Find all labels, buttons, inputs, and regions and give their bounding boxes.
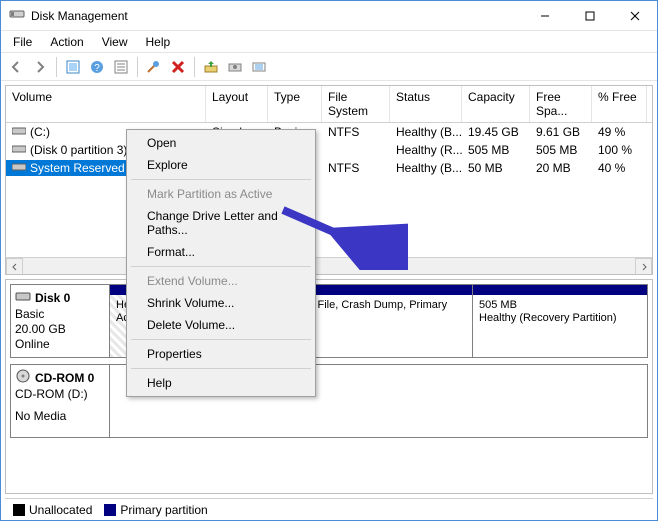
menu-help[interactable]: Help	[138, 33, 179, 51]
volume-row[interactable]: (Disk 0 partition 3) Simple Basic Health…	[6, 141, 652, 159]
properties-icon[interactable]	[110, 56, 132, 78]
action1-icon[interactable]	[200, 56, 222, 78]
graphical-view: Disk 0 Basic 20.00 GB Online Healthy (Sy…	[5, 279, 653, 494]
cm-extend-volume: Extend Volume...	[129, 270, 313, 292]
volume-list[interactable]: Volume Layout Type File System Status Ca…	[5, 85, 653, 275]
help-icon[interactable]: ?	[86, 56, 108, 78]
col-capacity[interactable]: Capacity	[462, 86, 530, 122]
volume-row-selected[interactable]: System Reserved (E:) Simple Basic NTFS H…	[6, 159, 652, 177]
scroll-right-icon[interactable]	[635, 258, 652, 275]
delete-icon[interactable]	[167, 56, 189, 78]
settings-icon[interactable]	[143, 56, 165, 78]
disk-management-window: Disk Management File Action View Help ? …	[0, 0, 658, 521]
legend: Unallocated Primary partition	[5, 498, 653, 520]
disk-icon	[15, 289, 31, 306]
partition-recovery[interactable]: 505 MBHealthy (Recovery Partition)	[473, 284, 648, 358]
disk0-row: Disk 0 Basic 20.00 GB Online Healthy (Sy…	[10, 284, 648, 358]
cdrom-row: CD-ROM 0 CD-ROM (D:) No Media	[10, 364, 648, 438]
refresh-icon[interactable]	[62, 56, 84, 78]
col-filesystem[interactable]: File System	[322, 86, 390, 122]
titlebar: Disk Management	[1, 1, 657, 31]
legend-primary: Primary partition	[104, 503, 207, 517]
drive-icon	[12, 143, 26, 157]
cm-delete-volume[interactable]: Delete Volume...	[129, 314, 313, 336]
cm-change-drive-letter[interactable]: Change Drive Letter and Paths...	[129, 205, 313, 241]
col-free[interactable]: Free Spa...	[530, 86, 592, 122]
horizontal-scrollbar[interactable]	[6, 257, 652, 274]
menu-file[interactable]: File	[5, 33, 40, 51]
col-layout[interactable]: Layout	[206, 86, 268, 122]
volume-row[interactable]: (C:) Simple Basic NTFS Healthy (B... 19.…	[6, 123, 652, 141]
cm-shrink-volume[interactable]: Shrink Volume...	[129, 292, 313, 314]
svg-text:?: ?	[94, 63, 100, 74]
col-type[interactable]: Type	[268, 86, 322, 122]
scroll-left-icon[interactable]	[6, 258, 23, 275]
window-title: Disk Management	[31, 9, 128, 23]
toolbar: ?	[1, 53, 657, 81]
action3-icon[interactable]	[248, 56, 270, 78]
menubar: File Action View Help	[1, 31, 657, 53]
drive-icon	[12, 161, 26, 175]
minimize-button[interactable]	[522, 1, 567, 31]
cm-properties[interactable]: Properties	[129, 343, 313, 365]
cm-explore[interactable]: Explore	[129, 154, 313, 176]
action2-icon[interactable]	[224, 56, 246, 78]
cm-open[interactable]: Open	[129, 132, 313, 154]
maximize-button[interactable]	[567, 1, 612, 31]
cm-help[interactable]: Help	[129, 372, 313, 394]
legend-unallocated: Unallocated	[13, 503, 92, 517]
cm-mark-active: Mark Partition as Active	[129, 183, 313, 205]
context-menu: Open Explore Mark Partition as Active Ch…	[126, 129, 316, 397]
menu-view[interactable]: View	[94, 33, 136, 51]
drive-icon	[12, 125, 26, 139]
menu-action[interactable]: Action	[42, 33, 91, 51]
col-percent-free[interactable]: % Free	[592, 86, 647, 122]
disk0-label[interactable]: Disk 0 Basic 20.00 GB Online	[10, 284, 110, 358]
app-icon	[9, 6, 25, 25]
cdrom-icon	[15, 369, 31, 386]
forward-button[interactable]	[29, 56, 51, 78]
cm-format[interactable]: Format...	[129, 241, 313, 263]
col-volume[interactable]: Volume	[6, 86, 206, 122]
column-headers: Volume Layout Type File System Status Ca…	[6, 86, 652, 123]
cdrom-label[interactable]: CD-ROM 0 CD-ROM (D:) No Media	[10, 364, 110, 438]
back-button[interactable]	[5, 56, 27, 78]
col-status[interactable]: Status	[390, 86, 462, 122]
close-button[interactable]	[612, 1, 657, 31]
